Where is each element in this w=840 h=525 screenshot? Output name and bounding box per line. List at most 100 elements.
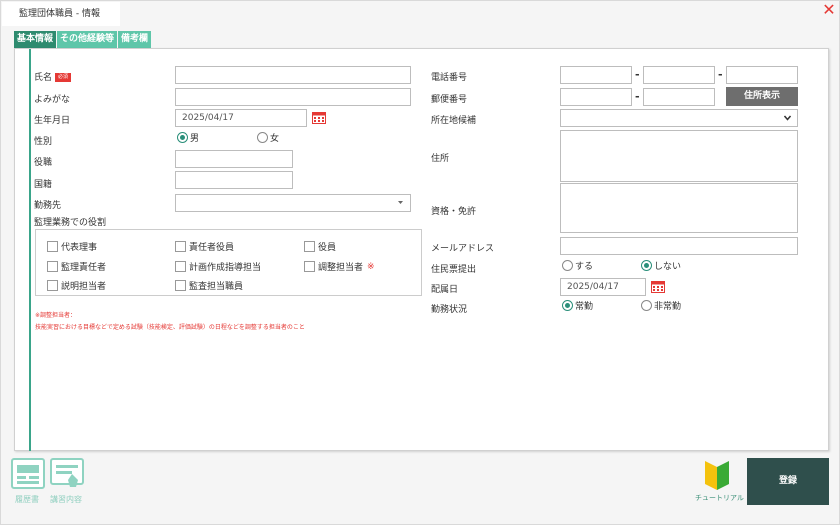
address-label: 住所 (431, 154, 450, 164)
assign-date-label: 配属日 (431, 285, 459, 295)
nationality-label: 国籍 (34, 180, 53, 190)
resident-no-radio[interactable]: しない (641, 259, 681, 272)
gender-female-text: 女 (270, 134, 280, 144)
radio-dot (641, 260, 652, 271)
radio-dot (562, 300, 573, 311)
prefecture-label: 所在地候補 (431, 116, 477, 126)
workplace-select[interactable] (175, 194, 411, 212)
dash: - (635, 68, 640, 81)
role-checkbox[interactable]: 調整担当者 ※ (304, 260, 375, 273)
nationality-input[interactable] (175, 171, 293, 189)
window-title: 監理団体職員 - 情報 (2, 2, 120, 26)
beginner-mark-icon[interactable] (704, 459, 730, 491)
checkbox-square (47, 241, 58, 252)
kana-input[interactable] (175, 88, 411, 106)
resident-no-text: しない (654, 262, 682, 272)
postal-part2-input[interactable] (643, 88, 715, 106)
qualification-textarea[interactable] (560, 183, 798, 233)
dialog-window: 監理団体職員 - 情報 ✕ 基本情報 その他経験等 備考欄 氏名 必須 よみがな … (0, 0, 840, 525)
role-text: 代表理事 (61, 243, 98, 253)
postal-label: 郵便番号 (431, 95, 468, 105)
role-text: 監理責任者 (61, 263, 107, 273)
role-checkbox[interactable]: 計画作成指導担当 (175, 260, 261, 273)
accent-line (29, 49, 31, 451)
kana-label: よみがな (34, 95, 71, 105)
phone-part1-input[interactable] (560, 66, 632, 84)
radio-dot (177, 132, 188, 143)
required-star: ※ (367, 261, 375, 272)
phone-part2-input[interactable] (643, 66, 715, 84)
tab-other-experience[interactable]: その他経験等 (57, 31, 118, 48)
work-full-radio[interactable]: 常勤 (562, 299, 593, 312)
gender-female-radio[interactable]: 女 (257, 131, 279, 144)
phone-label: 電話番号 (431, 73, 468, 83)
tab-remarks[interactable]: 備考欄 (118, 31, 152, 48)
close-icon[interactable]: ✕ (821, 1, 837, 19)
resident-label: 住民票提出 (431, 265, 477, 275)
email-input[interactable] (560, 237, 798, 255)
gender-male-radio[interactable]: 男 (177, 131, 199, 144)
calendar-icon[interactable] (651, 280, 665, 293)
dash: - (718, 68, 723, 81)
work-part-text: 非常勤 (654, 302, 682, 312)
name-label: 氏名 必須 (34, 70, 72, 83)
name-label-text: 氏名 (34, 73, 53, 83)
postal-part1-input[interactable] (560, 88, 632, 106)
radio-dot (562, 260, 573, 271)
phone-part3-input[interactable] (726, 66, 798, 84)
resident-yes-radio[interactable]: する (562, 259, 593, 272)
checkbox-square (175, 261, 186, 272)
role-checkbox[interactable]: 説明担当者 (47, 279, 106, 292)
name-input[interactable] (175, 66, 411, 84)
resume-icon[interactable] (11, 458, 45, 489)
role-checkbox[interactable]: 役員 (304, 240, 336, 253)
tutorial-label: チュートリアル (695, 494, 744, 502)
role-checkbox[interactable]: 監理責任者 (47, 260, 106, 273)
role-text: 役員 (318, 243, 337, 253)
birth-label: 生年月日 (34, 116, 71, 126)
checkbox-square (47, 280, 58, 291)
role-checkbox[interactable]: 監査担当職員 (175, 279, 243, 292)
checkbox-square (175, 280, 186, 291)
position-input[interactable] (175, 150, 293, 168)
radio-dot (641, 300, 652, 311)
work-status-label: 勤務状況 (431, 305, 468, 315)
role-text: 責任者役員 (189, 243, 235, 253)
dash: - (635, 90, 640, 103)
address-textarea[interactable] (560, 130, 798, 182)
ledger-icon[interactable] (50, 458, 84, 489)
resume-label: 履歴書 (15, 495, 39, 504)
role-checkbox[interactable]: 代表理事 (47, 240, 97, 253)
required-badge: 必須 (55, 73, 72, 82)
assign-date-input[interactable]: 2025/04/17 (560, 278, 646, 296)
workplace-label: 勤務先 (34, 201, 62, 211)
work-full-text: 常勤 (575, 302, 594, 312)
form-panel: 氏名 必須 よみがな 生年月日 2025/04/17 性別 男 女 役職 国籍 勤… (14, 48, 829, 451)
calendar-icon[interactable] (312, 111, 326, 124)
position-label: 役職 (34, 158, 53, 168)
checkbox-square (304, 241, 315, 252)
register-button[interactable]: 登録 (747, 458, 829, 505)
show-address-button[interactable]: 住所表示 (726, 87, 798, 106)
prefecture-select[interactable] (560, 109, 798, 127)
qualification-label: 資格・免許 (431, 207, 477, 217)
role-box: 代表理事 責任者役員 役員 監理責任者 計画作成指導担当 調整担当者 ※ 説明担当… (35, 229, 422, 296)
gender-label: 性別 (34, 137, 53, 147)
tab-bar: 基本情報 その他経験等 備考欄 (14, 31, 152, 48)
chevron-down-icon (784, 115, 791, 121)
note-body: 技能実習における目標などで定める試験（技能検定、評価試験）の日程などを調整する担… (35, 324, 305, 331)
radio-dot (257, 132, 268, 143)
note-title: ※調整担当者： (35, 312, 77, 319)
chevron-down-icon (398, 201, 403, 204)
role-text: 計画作成指導担当 (189, 263, 262, 273)
role-checkbox[interactable]: 責任者役員 (175, 240, 234, 253)
role-text: 説明担当者 (61, 282, 107, 292)
tab-basic-info[interactable]: 基本情報 (14, 31, 57, 48)
checkbox-square (304, 261, 315, 272)
birth-date-input[interactable]: 2025/04/17 (175, 109, 307, 127)
email-label: メールアドレス (431, 244, 495, 254)
role-text: 監査担当職員 (189, 282, 244, 292)
ledger-label: 講習内容 (50, 495, 82, 504)
gender-male-text: 男 (190, 134, 200, 144)
work-part-radio[interactable]: 非常勤 (641, 299, 681, 312)
